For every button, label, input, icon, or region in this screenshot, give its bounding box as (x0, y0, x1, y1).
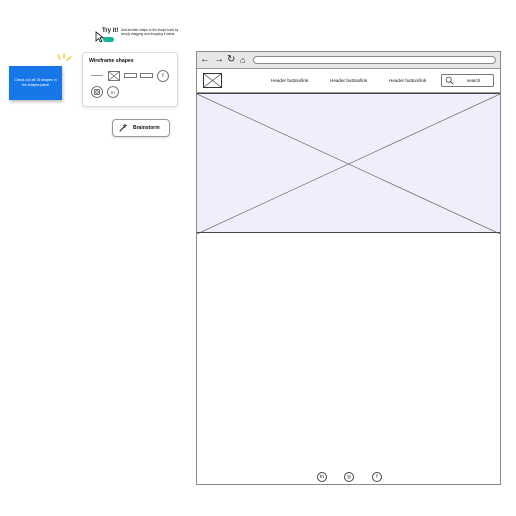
home-icon[interactable]: ⌂ (240, 53, 245, 67)
site-header: Header button/link Header button/link He… (197, 69, 500, 93)
magic-wand-icon (119, 123, 128, 132)
panel-title: Wireframe shapes (89, 58, 134, 64)
header-link-1[interactable]: Header button/link (271, 78, 308, 83)
linkedin-icon[interactable]: in (107, 86, 119, 98)
search-placeholder: search (467, 78, 481, 83)
sticky-note-text: Check out all 15 shapes in the shapes pa… (14, 78, 57, 87)
button-shape[interactable] (140, 73, 153, 78)
address-bar[interactable] (253, 56, 496, 64)
line-shape[interactable] (91, 75, 103, 76)
input-field-shape[interactable] (124, 73, 137, 78)
toggle-icon (103, 37, 114, 42)
header-link-2[interactable]: Header button/link (330, 78, 367, 83)
brainstorm-button[interactable]: Brainstorm (112, 119, 170, 137)
sparkle-icon (57, 53, 72, 61)
try-it-description: Add another shape to the shape tools by … (121, 28, 179, 37)
search-input[interactable]: search (441, 74, 494, 87)
back-arrow-icon[interactable]: ← (200, 53, 210, 67)
footer-facebook-icon[interactable]: f (372, 472, 382, 482)
forward-arrow-icon[interactable]: → (214, 53, 224, 67)
footer-instagram-icon[interactable]: ◎ (344, 472, 354, 482)
wireframe-shapes-panel: Wireframe shapes f in (82, 52, 178, 107)
reload-icon[interactable]: ↻ (227, 53, 235, 67)
sticky-note[interactable]: Check out all 15 shapes in the shapes pa… (9, 66, 62, 100)
header-link-3[interactable]: Header button/link (389, 78, 426, 83)
search-icon (445, 76, 454, 85)
browser-toolbar: ← → ↻ ⌂ (197, 52, 500, 69)
hero-image-placeholder (197, 93, 500, 234)
try-it-title: Try it! (102, 28, 119, 34)
facebook-icon[interactable]: f (157, 70, 169, 82)
footer-linkedin-icon[interactable]: in (317, 472, 327, 482)
instagram-icon[interactable] (91, 86, 103, 98)
hero-cross-lines (197, 94, 500, 234)
image-placeholder-shape[interactable] (108, 71, 120, 81)
browser-wireframe[interactable]: ← → ↻ ⌂ Header button/link Header button… (196, 51, 501, 485)
logo-placeholder (203, 73, 222, 88)
brainstorm-label: Brainstorm (133, 125, 160, 131)
